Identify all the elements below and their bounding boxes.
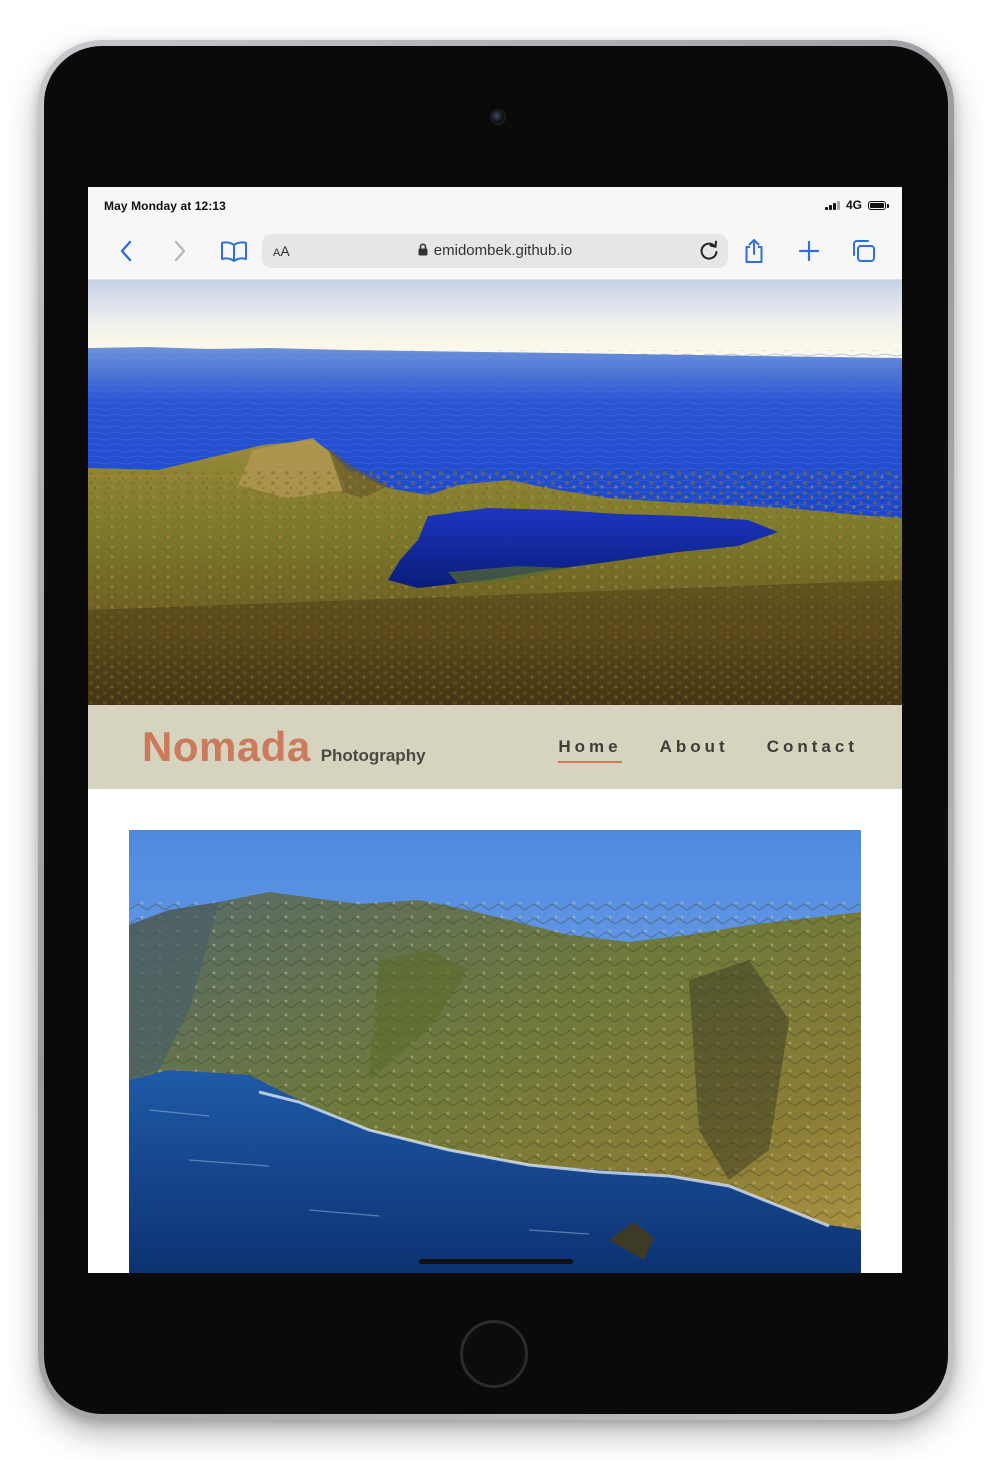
network-type: 4G <box>845 198 862 212</box>
browser-toolbar: AA emidombek.github.io <box>88 223 902 280</box>
plus-icon[interactable] <box>795 237 823 265</box>
nav-link-contact[interactable]: Contact <box>767 737 858 763</box>
cellular-signal-icon <box>825 200 840 210</box>
home-button[interactable] <box>460 1320 528 1388</box>
url-display[interactable]: emidombek.github.io <box>262 242 728 260</box>
brand-name: Nomada <box>142 723 311 770</box>
site-logo[interactable]: Nomada Photography <box>142 723 426 771</box>
nav-link-about[interactable]: About <box>660 737 729 763</box>
home-indicator <box>419 1259 573 1264</box>
reload-icon[interactable] <box>696 238 722 268</box>
site-header: Nomada Photography Home About Contact <box>88 705 902 789</box>
nav-link-home[interactable]: Home <box>558 737 622 763</box>
hero-image <box>88 280 902 705</box>
battery-icon <box>868 200 889 210</box>
chevron-left-icon[interactable] <box>112 237 140 265</box>
gallery-image <box>129 830 861 1273</box>
tabs-icon[interactable] <box>850 237 878 265</box>
status-indicators: 4G <box>825 198 889 212</box>
book-icon[interactable] <box>220 237 248 265</box>
share-icon[interactable] <box>740 237 768 265</box>
brand-tagline: Photography <box>320 746 426 765</box>
main-nav: Home About Contact <box>558 737 858 763</box>
status-bar: May Monday at 12:13 4G <box>88 187 902 223</box>
lock-icon <box>418 243 428 260</box>
screen: May Monday at 12:13 4G AA emidombek.gith… <box>88 187 902 1273</box>
url-text: emidombek.github.io <box>433 242 573 259</box>
chevron-right-icon[interactable] <box>166 237 194 265</box>
status-time: May Monday at 12:13 <box>104 199 226 213</box>
address-bar[interactable]: AA emidombek.github.io <box>262 234 728 268</box>
front-camera <box>490 109 506 125</box>
